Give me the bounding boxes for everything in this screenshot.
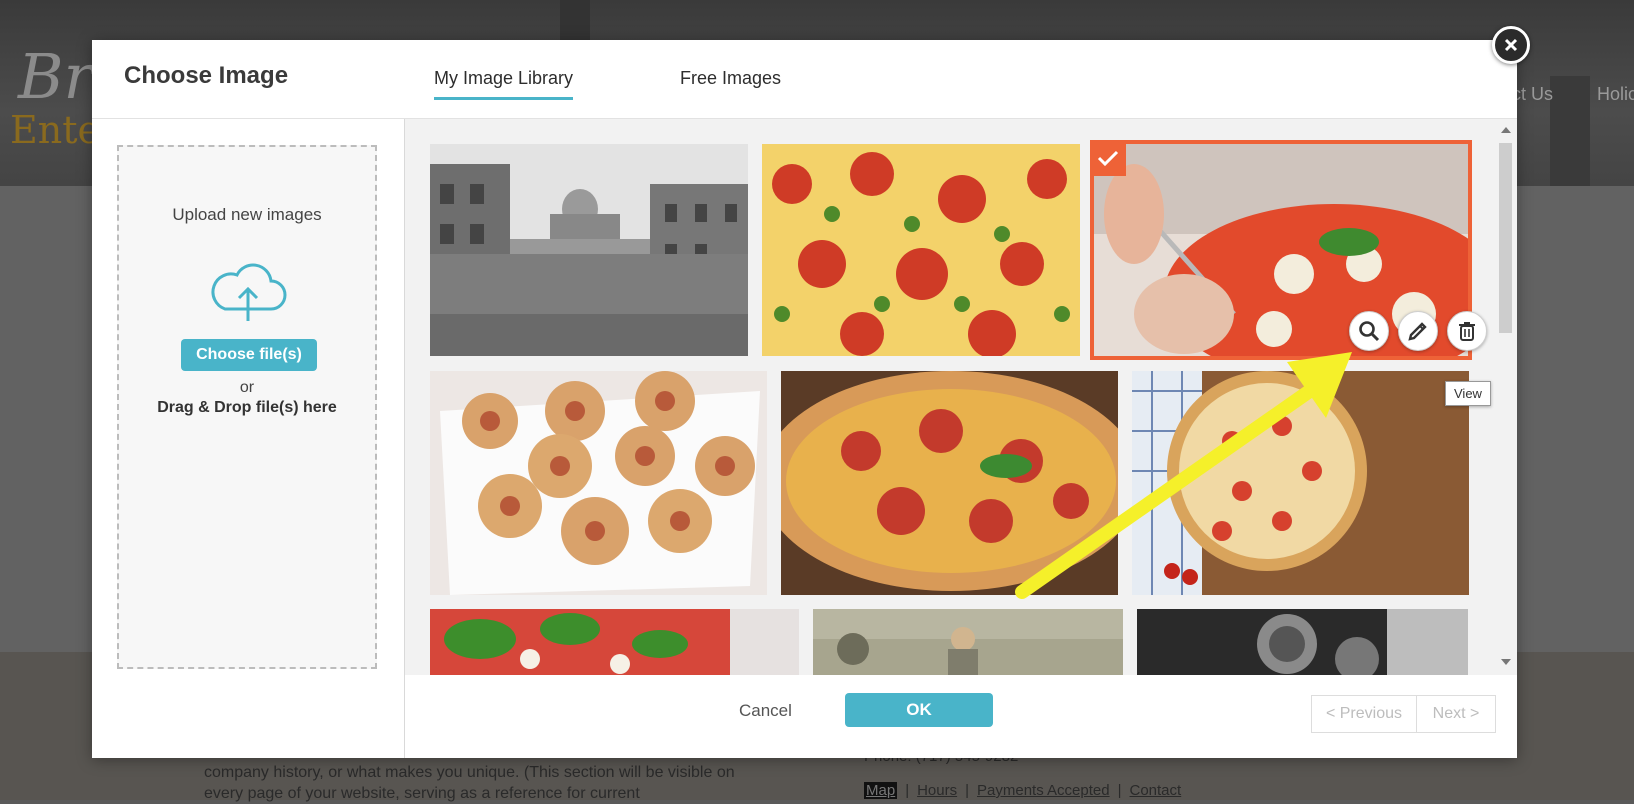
background-link-contact: Contact	[1129, 782, 1182, 799]
choose-files-button[interactable]: Choose file(s)	[181, 339, 317, 371]
basil-pizza-thumbnail	[430, 609, 799, 675]
drag-drop-label: Drag & Drop file(s) here	[157, 399, 337, 416]
background-link-map: Map	[864, 782, 898, 799]
upload-title: Upload new images	[172, 205, 322, 224]
scroll-down-arrow-icon[interactable]	[1501, 659, 1511, 665]
next-page-button[interactable]: Next >	[1416, 695, 1496, 733]
previous-page-button[interactable]: < Previous	[1311, 695, 1417, 733]
upload-dropzone[interactable]: Upload new images Choose file(s) or Drag…	[117, 145, 377, 669]
gallery-scrollbar[interactable]	[1497, 119, 1515, 675]
background-link-payments: Payments Accepted	[977, 782, 1110, 799]
ok-button[interactable]: OK	[845, 693, 993, 727]
salami-pizza-thumbnail	[781, 371, 1118, 595]
tab-free-images[interactable]: Free Images	[680, 68, 781, 97]
image-tile-venice[interactable]	[430, 144, 748, 356]
close-icon	[1504, 38, 1518, 52]
background-brand-sub: Ente	[10, 108, 100, 152]
view-tooltip: View	[1445, 381, 1491, 406]
dialog-title: Choose Image	[124, 62, 289, 89]
background-footer-text: company history, or what makes you uniqu…	[204, 764, 735, 802]
image-tile-pizza-table[interactable]	[1132, 371, 1469, 595]
selected-check-icon[interactable]	[1090, 140, 1126, 176]
pizza-table-thumbnail	[1132, 371, 1469, 595]
trash-icon	[1459, 322, 1475, 341]
background-links: Map | Hours | Payments Accepted | Contact	[864, 782, 1182, 799]
upload-sidebar: Upload new images Choose file(s) or Drag…	[92, 119, 405, 758]
vintage-camera-thumbnail	[1137, 609, 1468, 675]
image-gallery: View	[405, 119, 1517, 675]
image-tile-basil-pizza[interactable]	[430, 609, 799, 675]
tab-my-image-library[interactable]: My Image Library	[434, 68, 574, 100]
street-mural-thumbnail	[813, 609, 1123, 675]
image-tile-street-mural[interactable]	[813, 609, 1123, 675]
choose-image-dialog: Choose Image My Image Library Free Image…	[92, 40, 1517, 758]
or-label: or	[239, 379, 255, 396]
scroll-thumb[interactable]	[1499, 143, 1512, 333]
venice-thumbnail	[430, 144, 748, 356]
pinwheels-thumbnail	[430, 371, 767, 595]
delete-image-button[interactable]	[1447, 311, 1487, 351]
close-dialog-button[interactable]	[1492, 26, 1530, 64]
dialog-header: Choose Image My Image Library Free Image…	[92, 40, 1517, 119]
cancel-button[interactable]: Cancel	[739, 701, 792, 721]
image-tile-pepperoni-pizza[interactable]	[762, 144, 1080, 356]
edit-image-button[interactable]	[1398, 311, 1438, 351]
image-tile-vintage-camera[interactable]	[1137, 609, 1468, 675]
search-icon	[1359, 321, 1380, 342]
image-tile-salami-pizza[interactable]	[781, 371, 1118, 595]
pepperoni-pizza-thumbnail	[762, 144, 1080, 356]
scroll-up-arrow-icon[interactable]	[1501, 127, 1511, 133]
image-tile-pinwheels[interactable]	[430, 371, 767, 595]
view-image-button[interactable]	[1349, 311, 1389, 351]
cloud-upload-icon	[211, 263, 287, 321]
background-nav-holiday: Holic	[1597, 84, 1634, 104]
background-link-hours: Hours	[917, 782, 958, 799]
dialog-footer: Cancel OK < Previous Next >	[405, 675, 1517, 758]
pencil-icon	[1408, 322, 1427, 341]
